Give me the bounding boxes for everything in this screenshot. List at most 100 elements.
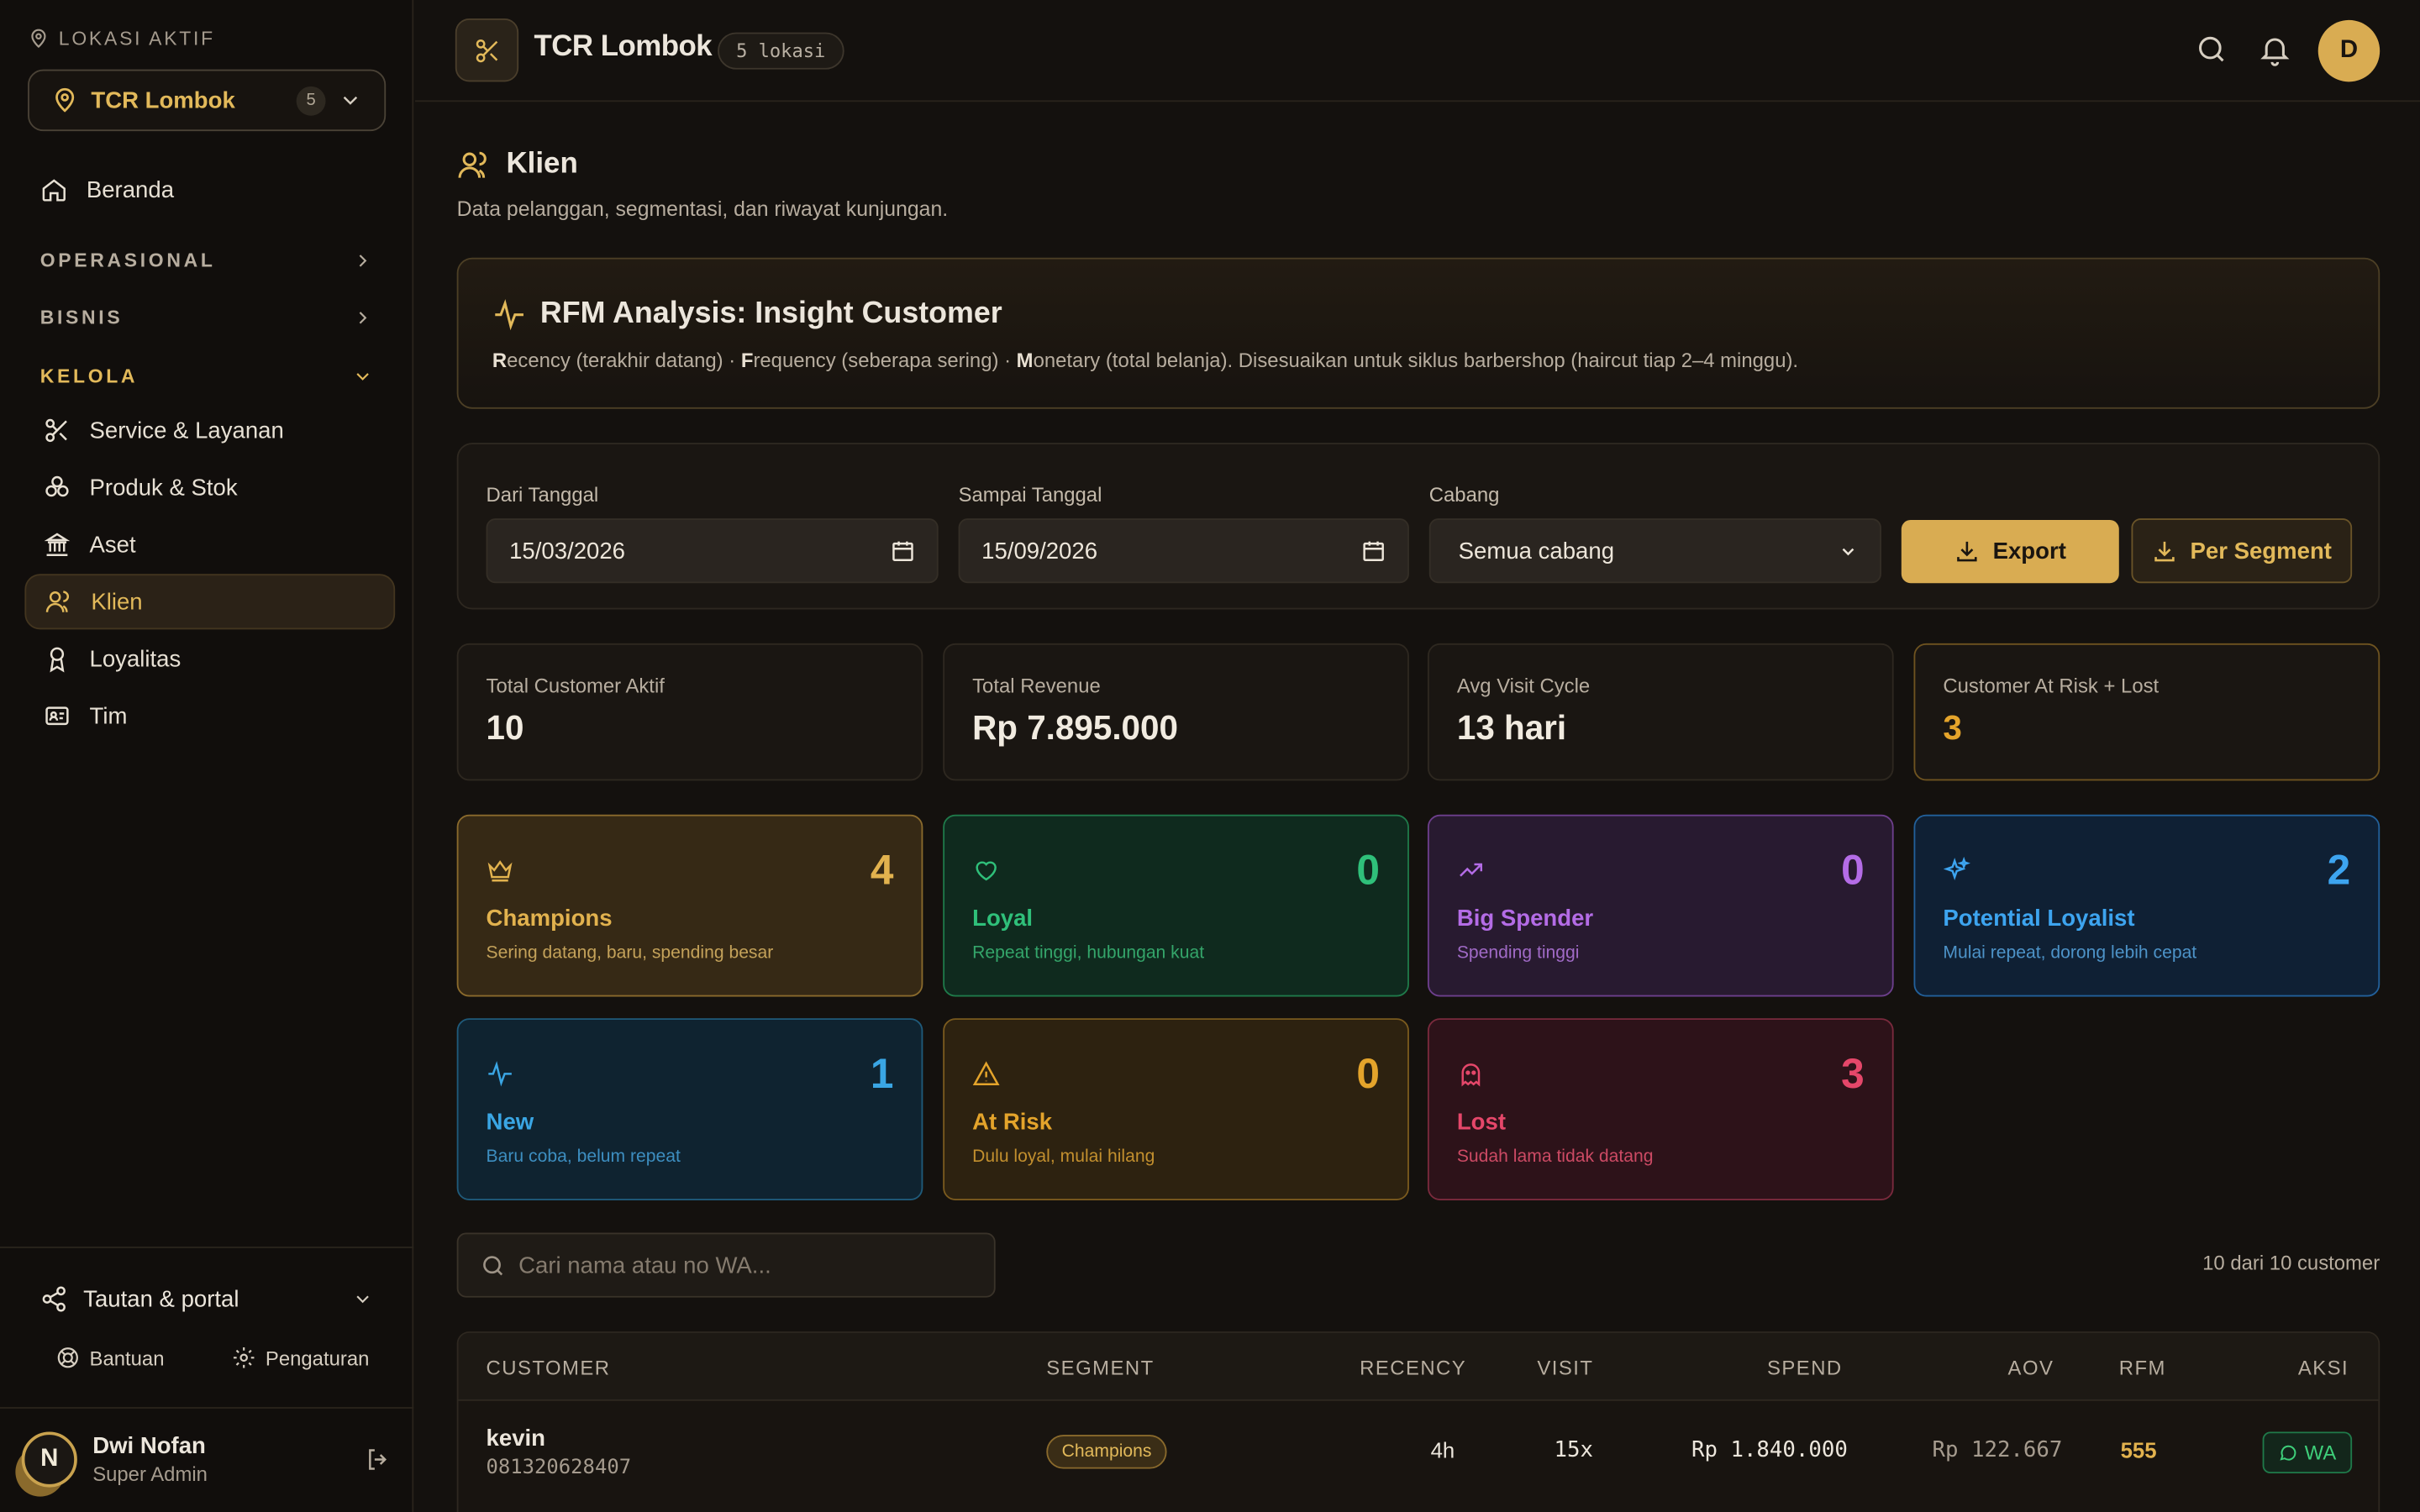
sidebar-item-aset[interactable]: Aset — [24, 517, 395, 572]
rfm-text: ecency (terakhir datang) · — [507, 349, 741, 372]
sparkles-icon — [1943, 856, 1970, 884]
segment-desc: Baru coba, belum repeat — [486, 1147, 681, 1167]
from-date-label: Dari Tanggal — [486, 482, 599, 507]
user-profile[interactable]: N Dwi Nofan Super Admin — [21, 1420, 392, 1500]
sidebar-item-klien[interactable]: Klien — [24, 574, 396, 630]
stat-label: Total Customer Aktif — [486, 674, 665, 698]
sidebar-item-label: Produk & Stok — [89, 474, 238, 501]
stat-label: Avg Visit Cycle — [1456, 674, 1591, 698]
rfm-letter: R — [492, 349, 508, 372]
group-kelola[interactable]: KELOLA — [40, 361, 374, 392]
search-button[interactable] — [2195, 33, 2232, 70]
whatsapp-button[interactable]: WA — [2262, 1431, 2353, 1474]
stat-label: Total Revenue — [972, 674, 1101, 698]
sidebar-item-beranda[interactable]: Beranda — [22, 162, 392, 218]
settings-label: Pengaturan — [265, 1346, 370, 1370]
segment-desc: Dulu loyal, mulai hilang — [972, 1147, 1155, 1167]
chevron-down-icon — [1842, 547, 1854, 555]
help-link[interactable]: Bantuan — [55, 1346, 164, 1370]
column-header[interactable]: AOV — [2008, 1356, 2054, 1379]
to-date-value: 15/09/2026 — [981, 538, 1098, 564]
trending-up-icon — [1457, 856, 1485, 884]
sidebar-item-loyalitas[interactable]: Loyalitas — [24, 631, 395, 686]
from-date-input[interactable]: 15/03/2026 — [486, 518, 939, 584]
export-button[interactable]: Export — [1901, 519, 2119, 584]
sidebar: LOKASI AKTIF TCR Lombok 5 Beranda OPERAS… — [0, 0, 414, 1512]
group-operasional[interactable]: OPERASIONAL — [40, 245, 374, 276]
logout-icon[interactable] — [364, 1446, 392, 1473]
sidebar-item-produk[interactable]: Produk & Stok — [24, 459, 395, 515]
activity-icon — [487, 1060, 514, 1088]
map-pin-icon — [31, 29, 46, 48]
column-header[interactable]: AKSI — [2298, 1356, 2349, 1379]
segment-card-big-spender[interactable]: 0 Big Spender Spending tinggi — [1427, 814, 1894, 997]
segment-count: 2 — [2327, 847, 2351, 894]
column-header[interactable]: SEGMENT — [1046, 1356, 1154, 1379]
segment-export-label: Per Segment — [2190, 538, 2332, 564]
segment-card-loyal[interactable]: 0 Loyal Repeat tinggi, hubungan kuat — [943, 814, 1409, 997]
chevron-right-icon — [359, 255, 367, 267]
sidebar-item-service[interactable]: Service & Layanan — [24, 402, 395, 458]
branch-select[interactable]: Semua cabang — [1428, 518, 1881, 584]
to-date-input[interactable]: 15/09/2026 — [958, 518, 1409, 584]
avatar[interactable]: D — [2317, 19, 2381, 82]
aov-cell: Rp 122.667 — [1932, 1437, 2063, 1463]
segment-card-champions[interactable]: 4 Champions Sering datang, baru, spendin… — [456, 814, 923, 997]
ghost-icon — [1457, 1060, 1485, 1088]
avatar: N — [21, 1431, 77, 1488]
column-header[interactable]: VISIT — [1537, 1356, 1593, 1379]
segment-card-potential-loyalist[interactable]: 2 Potential Loyalist Mulai repeat, doron… — [1913, 814, 2381, 997]
segment-card-at-risk[interactable]: 0 At Risk Dulu loyal, mulai hilang — [943, 1018, 1409, 1200]
sidebar-item-label: Aset — [89, 531, 136, 558]
customer-name: kevin — [486, 1425, 546, 1452]
group-bisnis[interactable]: BISNIS — [40, 302, 374, 333]
stat-at-risk-lost: Customer At Risk + Lost 3 — [1913, 643, 2381, 781]
segment-name: At Risk — [972, 1109, 1053, 1136]
customer-search-input[interactable]: Cari nama atau no WA... — [456, 1232, 996, 1298]
export-per-segment-button[interactable]: Per Segment — [2131, 518, 2353, 584]
segment-count: 0 — [1356, 1050, 1381, 1097]
segment-card-lost[interactable]: 3 Lost Sudah lama tidak datang — [1427, 1018, 1894, 1200]
segment-desc: Sering datang, baru, spending besar — [486, 944, 774, 963]
column-header[interactable]: RECENCY — [1360, 1356, 1466, 1379]
activity-icon — [495, 298, 523, 330]
users-icon — [45, 591, 69, 612]
column-header[interactable]: CUSTOMER — [487, 1356, 611, 1379]
sidebar-item-label: Loyalitas — [89, 645, 182, 672]
share-icon — [42, 1286, 66, 1312]
segment-count: 0 — [1841, 847, 1865, 894]
help-label: Bantuan — [89, 1346, 165, 1370]
search-icon — [2199, 36, 2224, 62]
portal-toggle[interactable]: Tautan & portal — [40, 1280, 374, 1317]
stat-avg-visit: Avg Visit Cycle 13 hari — [1427, 643, 1894, 781]
group-label: BISNIS — [39, 307, 124, 329]
award-icon — [50, 647, 65, 673]
notification-button[interactable] — [2258, 33, 2295, 70]
column-header[interactable]: SPEND — [1767, 1356, 1843, 1379]
customer-table: CUSTOMER SEGMENT RECENCY VISIT SPEND AOV… — [456, 1331, 2381, 1512]
segment-desc: Repeat tinggi, hubungan kuat — [972, 944, 1205, 963]
column-header[interactable]: RFM — [2119, 1356, 2166, 1379]
stat-value: Rp 7.895.000 — [972, 708, 1178, 747]
sidebar-item-tim[interactable]: Tim — [24, 688, 395, 743]
location-caption-text: LOKASI AKTIF — [58, 28, 215, 50]
settings-link[interactable]: Pengaturan — [232, 1346, 370, 1370]
from-date-value: 15/03/2026 — [509, 538, 626, 564]
sidebar-item-label: Tim — [89, 702, 128, 729]
segment-badge: Champions — [1046, 1435, 1167, 1469]
sidebar-divider — [0, 1247, 414, 1248]
scissors-icon — [475, 39, 497, 62]
recency-cell: 4h — [1430, 1437, 1455, 1463]
location-caption: LOKASI AKTIF — [28, 28, 215, 50]
users-icon — [458, 151, 487, 178]
chevron-down-icon — [356, 1295, 369, 1304]
result-count: 10 dari 10 customer — [2202, 1251, 2381, 1275]
chevron-right-icon — [359, 312, 367, 324]
location-selector[interactable]: TCR Lombok 5 — [28, 69, 387, 132]
segment-desc: Spending tinggi — [1456, 944, 1580, 963]
download-icon — [1957, 541, 1978, 562]
user-name: Dwi Nofan — [92, 1433, 206, 1460]
rfm-title-text: RFM Analysis: Insight Customer — [539, 296, 1002, 331]
segment-card-new[interactable]: 1 New Baru coba, belum repeat — [456, 1018, 923, 1200]
visit-cell: 15x — [1554, 1437, 1594, 1463]
